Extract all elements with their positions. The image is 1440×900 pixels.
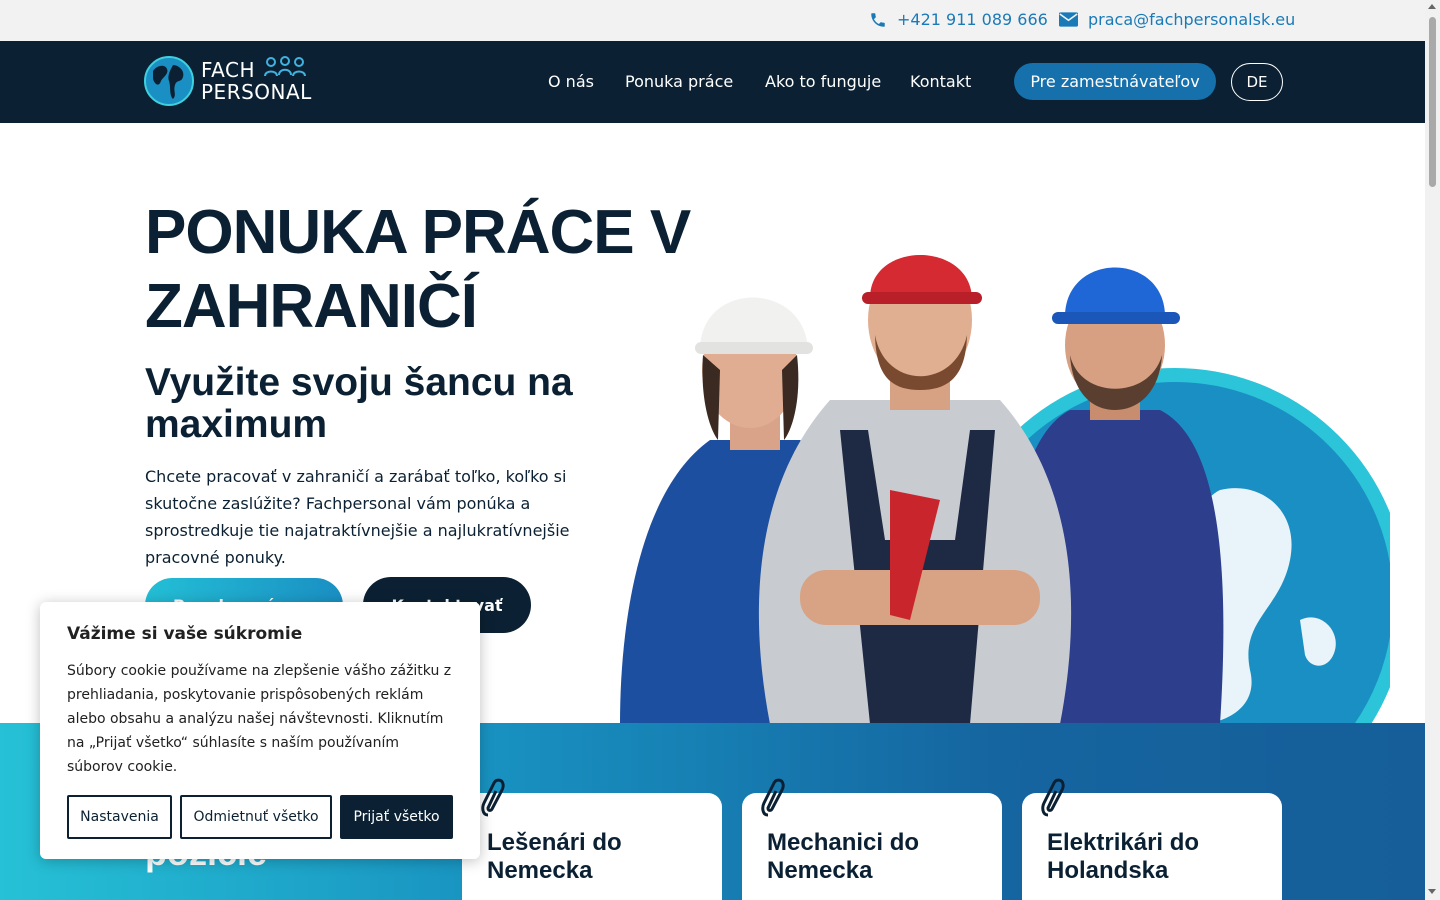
- globe-logo-icon: [144, 56, 194, 106]
- phone-link[interactable]: +421 911 089 666: [869, 10, 1048, 29]
- scroll-up-arrow-icon[interactable]: [1428, 4, 1436, 9]
- cookie-settings-button[interactable]: Nastavenia: [67, 795, 172, 839]
- cookie-accept-button[interactable]: Prijať všetko: [340, 795, 453, 839]
- language-switch-button[interactable]: DE: [1231, 63, 1283, 101]
- paperclip-icon: [1041, 778, 1065, 817]
- logo-line2: PERSONAL: [201, 80, 312, 104]
- cookie-reject-button[interactable]: Odmietnuť všetko: [180, 795, 332, 839]
- job-card-lesenari[interactable]: Lešenári do Nemecka: [462, 778, 722, 900]
- page-scrollbar[interactable]: [1425, 0, 1440, 900]
- logo[interactable]: FACH PERSONAL: [143, 55, 312, 107]
- nav-link-ponuka-prace[interactable]: Ponuka práce: [625, 72, 733, 91]
- job-card-title: Mechanici do Nemecka: [767, 829, 920, 884]
- job-card-elektrikari[interactable]: Elektrikári do Holandska: [1022, 778, 1282, 900]
- people-icon: [264, 56, 306, 77]
- email-link[interactable]: praca@fachpersonalsk.eu: [1059, 10, 1295, 29]
- scrollbar-thumb[interactable]: [1429, 17, 1436, 187]
- nav-link-o-nas[interactable]: O nás: [548, 72, 594, 91]
- cookie-title: Vážime si vaše súkromie: [67, 624, 303, 644]
- top-contact-bar: +421 911 089 666 praca@fachpersonalsk.eu: [0, 0, 1425, 41]
- employers-button[interactable]: Pre zamestnávateľov: [1014, 63, 1216, 100]
- phone-number: +421 911 089 666: [897, 10, 1048, 29]
- job-card-mechanici[interactable]: Mechanici do Nemecka: [742, 778, 1002, 900]
- main-navbar: FACH PERSONAL O nás Ponuka práce Ako to …: [0, 41, 1425, 123]
- email-address: praca@fachpersonalsk.eu: [1088, 10, 1296, 29]
- nav-link-ako-to-funguje[interactable]: Ako to funguje: [765, 72, 881, 91]
- paperclip-icon: [761, 778, 785, 817]
- nav-link-kontakt[interactable]: Kontakt: [910, 72, 971, 91]
- envelope-icon: [1059, 12, 1078, 27]
- phone-icon: [871, 12, 885, 27]
- scroll-down-arrow-icon[interactable]: [1428, 889, 1436, 894]
- paperclip-icon: [481, 778, 505, 817]
- worker-man-red-cap-figure: [758, 255, 1072, 724]
- hero-workers-image: [620, 255, 1390, 724]
- cookie-text: Súbory cookie používame na zlepšenie váš…: [67, 663, 452, 775]
- job-card-title: Elektrikári do Holandska: [1047, 829, 1200, 884]
- cookie-consent-banner: Vážime si vaše súkromie Súbory cookie po…: [40, 602, 480, 859]
- hero-description: Chcete pracovať v zahraničí a zarábať to…: [145, 467, 570, 567]
- job-card-title: Lešenári do Nemecka: [487, 829, 622, 884]
- hero-subtitle: Využite svoju šancu na maximum: [145, 361, 573, 446]
